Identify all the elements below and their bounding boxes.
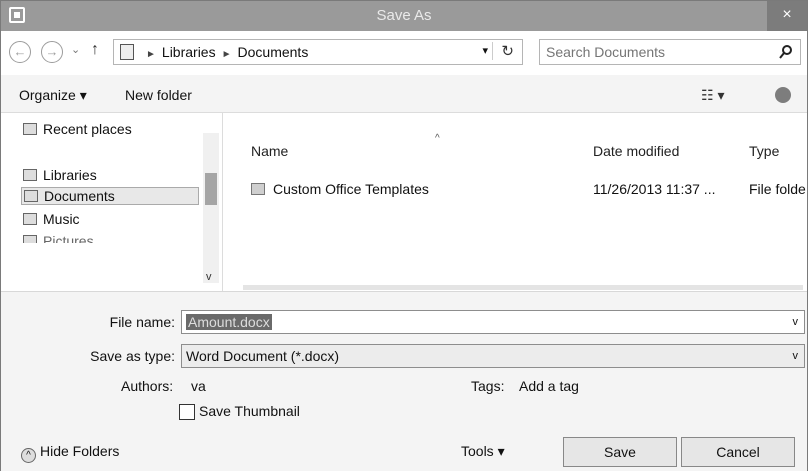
cancel-button[interactable]: Cancel xyxy=(681,437,795,467)
file-name-text: Custom Office Templates xyxy=(273,181,429,197)
save-button[interactable]: Save xyxy=(563,437,677,467)
breadcrumb-documents[interactable]: Documents xyxy=(238,44,309,60)
date-modified-cell: 11/26/2013 11:37 ... xyxy=(593,181,716,197)
command-toolbar: Organize ▾ New folder ☷ ▾ xyxy=(1,75,807,113)
tools-button[interactable]: Tools ▾ xyxy=(461,443,505,460)
save-as-type-label: Save as type: xyxy=(90,348,175,364)
scroll-down-icon[interactable]: v xyxy=(206,271,212,283)
list-item[interactable]: Custom Office Templates 11/26/2013 11:37… xyxy=(223,177,807,201)
sidebar-item-libraries[interactable]: Libraries xyxy=(23,167,97,183)
file-name-field[interactable]: Amount.docx v xyxy=(181,310,805,334)
tags-label: Tags: xyxy=(471,378,505,394)
authors-label: Authors: xyxy=(121,378,174,394)
sidebar-item-label: Documents xyxy=(44,188,115,204)
search-input[interactable] xyxy=(546,43,766,61)
title-bar: Save As × xyxy=(1,1,807,31)
save-as-type-select[interactable]: Word Document (*.docx) v xyxy=(181,344,805,368)
pictures-icon xyxy=(23,235,37,243)
sidebar-item-pictures[interactable]: Pictures xyxy=(23,233,94,243)
breadcrumb: ► Libraries ► Documents xyxy=(140,44,308,60)
column-header-type[interactable]: Type xyxy=(749,143,779,159)
new-folder-button[interactable]: New folder xyxy=(125,87,192,103)
sort-indicator-icon: ^ xyxy=(435,133,440,144)
sidebar-item-label: Music xyxy=(43,211,80,227)
sidebar-item-label: Recent places xyxy=(43,121,132,137)
save-as-dialog: Save As × ← → ⌄ ↑ ► Libraries ► Documents ▾… xyxy=(0,0,808,471)
file-name-dropdown-icon[interactable]: v xyxy=(793,316,799,328)
horizontal-scrollbar[interactable] xyxy=(243,285,803,290)
scrollbar-thumb[interactable] xyxy=(205,173,217,205)
sidebar-item-label: Libraries xyxy=(43,167,97,183)
navigation-pane: Recent places Libraries Documents Music … xyxy=(1,113,223,291)
save-as-type-dropdown-icon[interactable]: v xyxy=(793,350,799,362)
save-thumbnail-checkbox[interactable] xyxy=(179,404,195,420)
search-box[interactable] xyxy=(539,39,801,65)
folder-icon xyxy=(251,183,265,195)
help-icon[interactable] xyxy=(775,87,791,103)
music-icon xyxy=(23,213,37,225)
breadcrumb-separator-icon: ► xyxy=(221,49,232,60)
refresh-button[interactable]: ↻ xyxy=(492,42,514,60)
column-header-name[interactable]: Name xyxy=(251,143,288,159)
up-button[interactable]: ↑ xyxy=(91,41,99,59)
breadcrumb-separator-icon: ► xyxy=(146,49,156,60)
sidebar-item-label: Pictures xyxy=(43,233,94,243)
file-list: ^ Name Date modified Type Custom Office … xyxy=(223,113,807,291)
forward-button[interactable]: → xyxy=(41,41,63,63)
type-cell: File folde xyxy=(749,181,806,197)
address-bar[interactable]: ► Libraries ► Documents ▾ ↻ xyxy=(113,39,523,65)
tags-value[interactable]: Add a tag xyxy=(519,378,579,394)
recent-places-icon xyxy=(23,123,37,135)
close-button[interactable]: × xyxy=(767,1,807,31)
window-title: Save As xyxy=(376,7,432,24)
hide-folders-label: Hide Folders xyxy=(40,443,120,459)
sidebar-item-recent-places[interactable]: Recent places xyxy=(23,121,132,137)
file-name-cell: Custom Office Templates xyxy=(251,181,429,197)
chevron-up-icon: ^ xyxy=(21,448,36,463)
dialog-footer: ^ Hide Folders Tools ▾ Save Cancel xyxy=(1,431,807,471)
hide-folders-button[interactable]: ^ Hide Folders xyxy=(21,443,119,463)
back-button[interactable]: ← xyxy=(9,41,31,63)
address-dropdown-icon[interactable]: ▾ xyxy=(482,44,488,57)
search-icon[interactable] xyxy=(778,44,794,60)
sidebar-scrollbar[interactable] xyxy=(203,133,219,283)
column-header-date-modified[interactable]: Date modified xyxy=(593,143,679,159)
change-view-button[interactable]: ☷ ▾ xyxy=(701,87,724,104)
sidebar-item-documents[interactable]: Documents xyxy=(21,187,199,205)
library-icon xyxy=(120,44,134,60)
breadcrumb-libraries[interactable]: Libraries xyxy=(162,44,216,60)
recent-locations-dropdown[interactable]: ⌄ xyxy=(71,43,80,56)
save-as-type-value: Word Document (*.docx) xyxy=(186,348,340,364)
documents-icon xyxy=(24,190,38,202)
sidebar-item-music[interactable]: Music xyxy=(23,211,80,227)
navigation-bar: ← → ⌄ ↑ ► Libraries ► Documents ▾ ↻ xyxy=(1,31,807,75)
organize-button[interactable]: Organize ▾ xyxy=(19,87,87,104)
file-name-label: File name: xyxy=(109,314,175,330)
libraries-icon xyxy=(23,169,37,181)
authors-value[interactable]: va xyxy=(191,378,206,394)
file-name-value[interactable]: Amount.docx xyxy=(186,314,272,330)
save-thumbnail-label[interactable]: Save Thumbnail xyxy=(199,403,300,419)
